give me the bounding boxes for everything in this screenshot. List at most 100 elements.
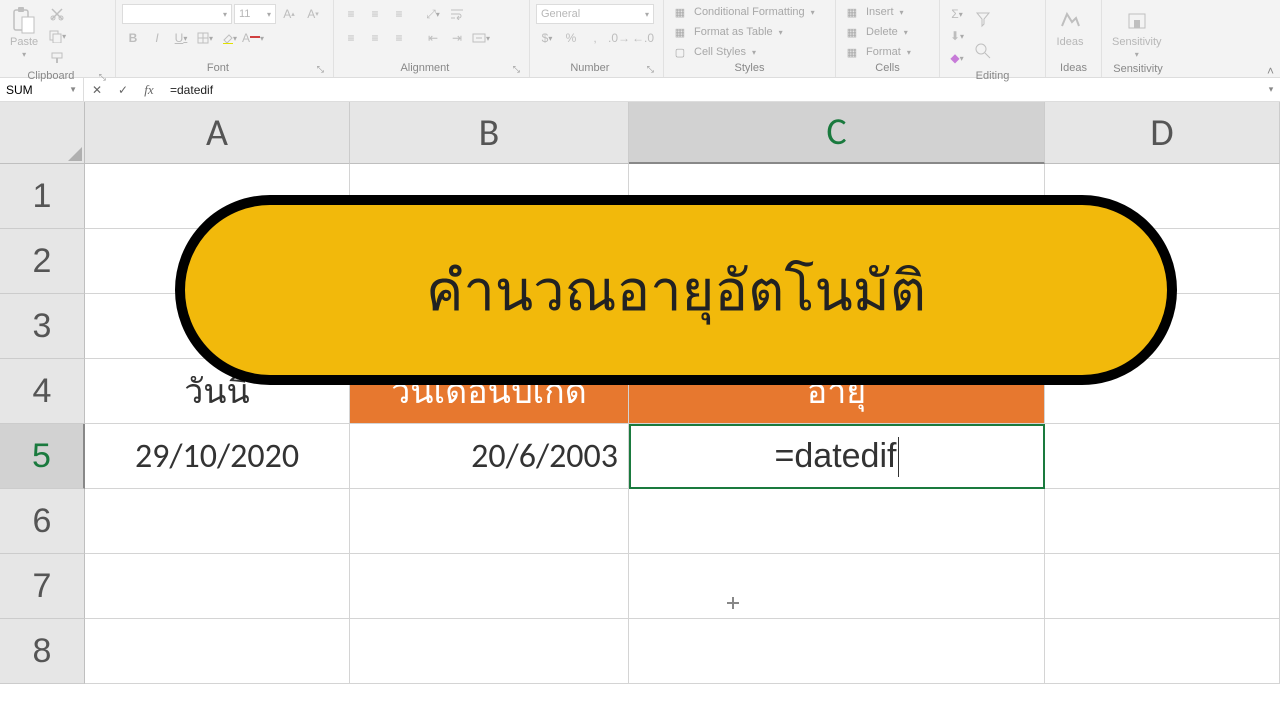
- cell-B7[interactable]: [350, 554, 629, 619]
- conditional-formatting-button[interactable]: ▦Conditional Formatting▾: [670, 4, 817, 20]
- group-font: ▾ 11▾ A▴ A▾ B I U▾ ▾ ▾ A▾ Font⤡: [116, 0, 334, 77]
- sensitivity-button[interactable]: Sensitivity▾: [1108, 4, 1166, 61]
- row-header-4[interactable]: 4: [0, 359, 85, 424]
- cell-B6[interactable]: [350, 489, 629, 554]
- merge-button[interactable]: ▾: [470, 28, 492, 48]
- accounting-format-button[interactable]: $▾: [536, 28, 558, 48]
- enter-formula-button[interactable]: ✓: [110, 78, 136, 101]
- increase-font-button[interactable]: A▴: [278, 4, 300, 24]
- column-header-C[interactable]: C: [629, 102, 1045, 164]
- borders-button[interactable]: ▾: [194, 28, 216, 48]
- caret-icon: ▾: [22, 50, 26, 59]
- cells-label: Cells: [842, 60, 933, 77]
- group-sensitivity: Sensitivity▾ Sensitivity: [1102, 0, 1174, 77]
- cell-C5[interactable]: =datedif: [629, 424, 1045, 489]
- cell-D5[interactable]: [1045, 424, 1280, 489]
- find-select-button[interactable]: [972, 36, 994, 66]
- autosum-button[interactable]: Σ▾: [946, 4, 968, 24]
- cell-icon: ▢: [672, 45, 688, 59]
- underline-button[interactable]: U▾: [170, 28, 192, 48]
- font-color-button[interactable]: A▾: [242, 28, 264, 48]
- decrease-decimal-button[interactable]: ←.0: [632, 28, 654, 48]
- decrease-font-button[interactable]: A▾: [302, 4, 324, 24]
- row-header-8[interactable]: 8: [0, 619, 85, 684]
- cell-C7[interactable]: [629, 554, 1045, 619]
- format-icon: ▦: [844, 45, 860, 59]
- clear-button[interactable]: ◆▾: [946, 48, 968, 68]
- align-right-button[interactable]: ≡: [388, 28, 410, 48]
- grid-icon: ▦: [672, 5, 688, 19]
- group-cells: ▦Insert▾ ▦Delete▾ ▦Format▾ Cells: [836, 0, 940, 77]
- cell-A5[interactable]: 29/10/2020: [85, 424, 350, 489]
- insert-icon: ▦: [844, 5, 860, 19]
- row-header-1[interactable]: 1: [0, 164, 85, 229]
- cancel-formula-button[interactable]: ✕: [84, 78, 110, 101]
- column-header-A[interactable]: A: [85, 102, 350, 164]
- styles-label: Styles: [670, 60, 829, 77]
- collapse-ribbon-button[interactable]: ˄: [1267, 64, 1274, 78]
- alignment-label: Alignment: [340, 60, 510, 77]
- row-header-3[interactable]: 3: [0, 294, 85, 359]
- ideas-icon: [1056, 6, 1084, 34]
- title-shape[interactable]: คำนวณอายุอัตโนมัติ: [175, 195, 1177, 385]
- cell-C8[interactable]: [629, 619, 1045, 684]
- select-all-corner[interactable]: [0, 102, 85, 164]
- font-name-combo[interactable]: ▾: [122, 4, 232, 24]
- format-as-table-button[interactable]: ▦Format as Table▾: [670, 24, 785, 40]
- cell-A7[interactable]: [85, 554, 350, 619]
- dialog-launcher-icon[interactable]: ⤡: [644, 64, 657, 77]
- sort-filter-button[interactable]: [972, 4, 994, 34]
- increase-decimal-button[interactable]: .0→: [608, 28, 630, 48]
- decrease-indent-button[interactable]: ⇤: [422, 28, 444, 48]
- row-header-6[interactable]: 6: [0, 489, 85, 554]
- cell-B5[interactable]: 20/6/2003: [350, 424, 629, 489]
- orientation-button[interactable]: ⤢▾: [422, 4, 444, 24]
- row-header-2[interactable]: 2: [0, 229, 85, 294]
- italic-button[interactable]: I: [146, 28, 168, 48]
- insert-button[interactable]: ▦Insert▾: [842, 4, 906, 20]
- align-bottom-button[interactable]: ≡: [388, 4, 410, 24]
- cell-D7[interactable]: [1045, 554, 1280, 619]
- row-header-7[interactable]: 7: [0, 554, 85, 619]
- fill-color-button[interactable]: ▾: [218, 28, 240, 48]
- number-format-combo[interactable]: General▾: [536, 4, 654, 24]
- column-headers: ABCD: [85, 102, 1280, 164]
- column-header-D[interactable]: D: [1045, 102, 1280, 164]
- cell-A6[interactable]: [85, 489, 350, 554]
- format-button[interactable]: ▦Format▾: [842, 44, 913, 60]
- fill-button[interactable]: ⬇▾: [946, 26, 968, 46]
- column-header-B[interactable]: B: [350, 102, 629, 164]
- cell-A8[interactable]: [85, 619, 350, 684]
- ideas-button[interactable]: Ideas: [1052, 4, 1088, 50]
- cell-styles-button[interactable]: ▢Cell Styles▾: [670, 44, 758, 60]
- align-center-button[interactable]: ≡: [364, 28, 386, 48]
- format-painter-button[interactable]: [46, 48, 68, 68]
- increase-indent-button[interactable]: ⇥: [446, 28, 468, 48]
- row-headers: 12345678: [0, 164, 85, 684]
- delete-button[interactable]: ▦Delete▾: [842, 24, 910, 40]
- cell-B8[interactable]: [350, 619, 629, 684]
- dialog-launcher-icon[interactable]: ⤡: [510, 64, 523, 77]
- formula-input[interactable]: =datedif: [162, 78, 1262, 101]
- dialog-launcher-icon[interactable]: ⤡: [314, 64, 327, 77]
- font-label: Font: [122, 60, 314, 77]
- cell-D8[interactable]: [1045, 619, 1280, 684]
- name-box[interactable]: SUM▼: [0, 78, 84, 101]
- group-alignment: ≡ ≡ ≡ ⤢▾ ≡ ≡ ≡ ⇤ ⇥ ▾ Alignment⤡: [334, 0, 530, 77]
- row-header-5[interactable]: 5: [0, 424, 85, 489]
- wrap-text-button[interactable]: [446, 4, 468, 24]
- font-size-combo[interactable]: 11▾: [234, 4, 276, 24]
- cut-button[interactable]: [46, 4, 68, 24]
- insert-function-button[interactable]: fx: [136, 78, 162, 101]
- comma-button[interactable]: ,: [584, 28, 606, 48]
- cell-C6[interactable]: [629, 489, 1045, 554]
- align-left-button[interactable]: ≡: [340, 28, 362, 48]
- percent-button[interactable]: %: [560, 28, 582, 48]
- paste-button[interactable]: Paste ▾: [6, 4, 42, 61]
- expand-formula-button[interactable]: ▾: [1262, 78, 1280, 101]
- align-middle-button[interactable]: ≡: [364, 4, 386, 24]
- copy-button[interactable]: ▾: [46, 26, 68, 46]
- bold-button[interactable]: B: [122, 28, 144, 48]
- align-top-button[interactable]: ≡: [340, 4, 362, 24]
- cell-D6[interactable]: [1045, 489, 1280, 554]
